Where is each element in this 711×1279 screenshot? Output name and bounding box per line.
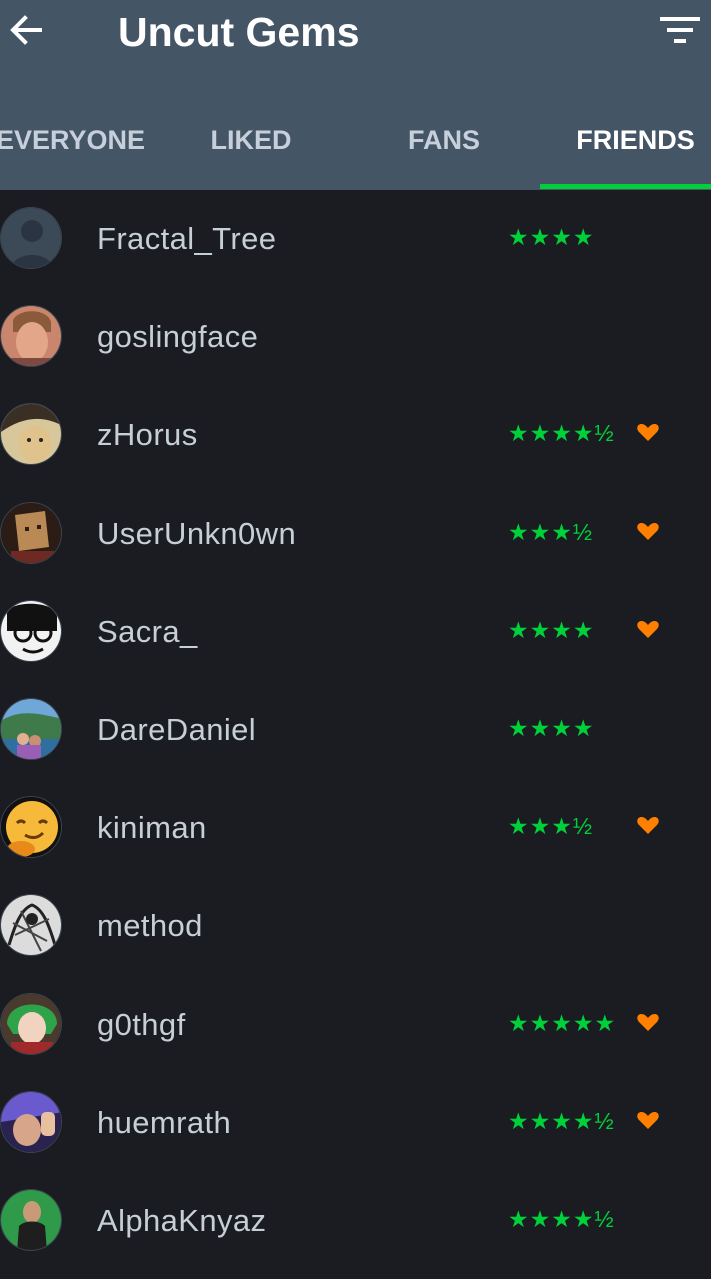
rating-stars: ★★★★½ — [508, 420, 615, 447]
avatar — [0, 305, 62, 368]
username: g0thgf — [97, 1006, 186, 1042]
list-item[interactable]: AlphaKnyaz ★★★★½ — [0, 1172, 711, 1270]
avatar — [0, 992, 62, 1055]
username: huemrath — [97, 1104, 232, 1140]
rating-stars: ★★★½ — [508, 813, 594, 840]
list-item[interactable]: huemrath ★★★★½ — [0, 1074, 711, 1172]
username: UserUnkn0wn — [97, 515, 297, 551]
heart-icon — [637, 620, 659, 638]
tab-liked[interactable]: LIKED — [186, 100, 316, 190]
page-title: Uncut Gems — [118, 9, 360, 55]
list-item[interactable]: kiniman ★★★½ — [0, 779, 711, 877]
username: goslingface — [97, 319, 259, 355]
list-item[interactable]: UserUnkn0wn ★★★½ — [0, 485, 711, 583]
heart-icon — [637, 522, 659, 540]
avatar — [0, 207, 62, 269]
username: method — [97, 908, 203, 944]
rating-stars: ★★★★★ — [508, 1009, 617, 1036]
avatar — [0, 1188, 62, 1251]
avatar — [0, 403, 62, 466]
rating-stars: ★★★½ — [508, 518, 594, 545]
active-tab-indicator — [540, 184, 711, 189]
filter-icon — [660, 17, 700, 43]
rating-stars: ★★★★½ — [508, 1107, 615, 1134]
heart-icon — [637, 817, 659, 835]
list-item[interactable]: zHorus ★★★★½ — [0, 386, 711, 484]
list-item[interactable]: DareDaniel ★★★★ — [0, 681, 711, 779]
list-item[interactable]: goslingface — [0, 288, 711, 386]
filter-button[interactable] — [656, 10, 704, 50]
list-item[interactable]: Fractal_Tree ★★★★ — [0, 190, 711, 288]
list-item[interactable]: method — [0, 877, 711, 975]
tab-friends[interactable]: FRIENDS — [560, 100, 711, 190]
arrow-left-icon — [10, 15, 42, 45]
avatar — [0, 894, 62, 957]
list-item[interactable]: g0thgf ★★★★★ — [0, 976, 711, 1074]
avatar — [0, 599, 62, 662]
tab-everyone[interactable]: EVERYONE — [0, 100, 145, 190]
avatar — [0, 796, 62, 859]
username: Fractal_Tree — [97, 221, 277, 256]
rating-stars: ★★★★ — [508, 224, 595, 250]
list-item[interactable]: Sacra_ ★★★★ — [0, 583, 711, 681]
rating-stars: ★★★★ — [508, 714, 595, 741]
rating-stars: ★★★★ — [508, 616, 595, 643]
avatar — [0, 501, 62, 564]
app-header: Uncut Gems EVERYONE LIKED FANS FRIENDS — [0, 0, 711, 190]
back-button[interactable] — [4, 8, 48, 52]
username: DareDaniel — [97, 711, 257, 747]
username: kiniman — [97, 810, 207, 846]
username: AlphaKnyaz — [97, 1202, 267, 1238]
tab-fans[interactable]: FANS — [380, 100, 508, 190]
username: zHorus — [97, 417, 198, 453]
heart-icon — [637, 424, 659, 442]
tab-bar: EVERYONE LIKED FANS FRIENDS — [0, 100, 711, 190]
heart-icon — [637, 1013, 659, 1031]
username: Sacra_ — [97, 613, 198, 649]
rating-stars: ★★★★½ — [508, 1205, 615, 1232]
friends-list: Fractal_Tree ★★★★ goslingface zHorus ★★★… — [0, 190, 711, 1270]
avatar — [0, 697, 62, 760]
heart-icon — [637, 1111, 659, 1129]
avatar — [0, 1090, 62, 1153]
